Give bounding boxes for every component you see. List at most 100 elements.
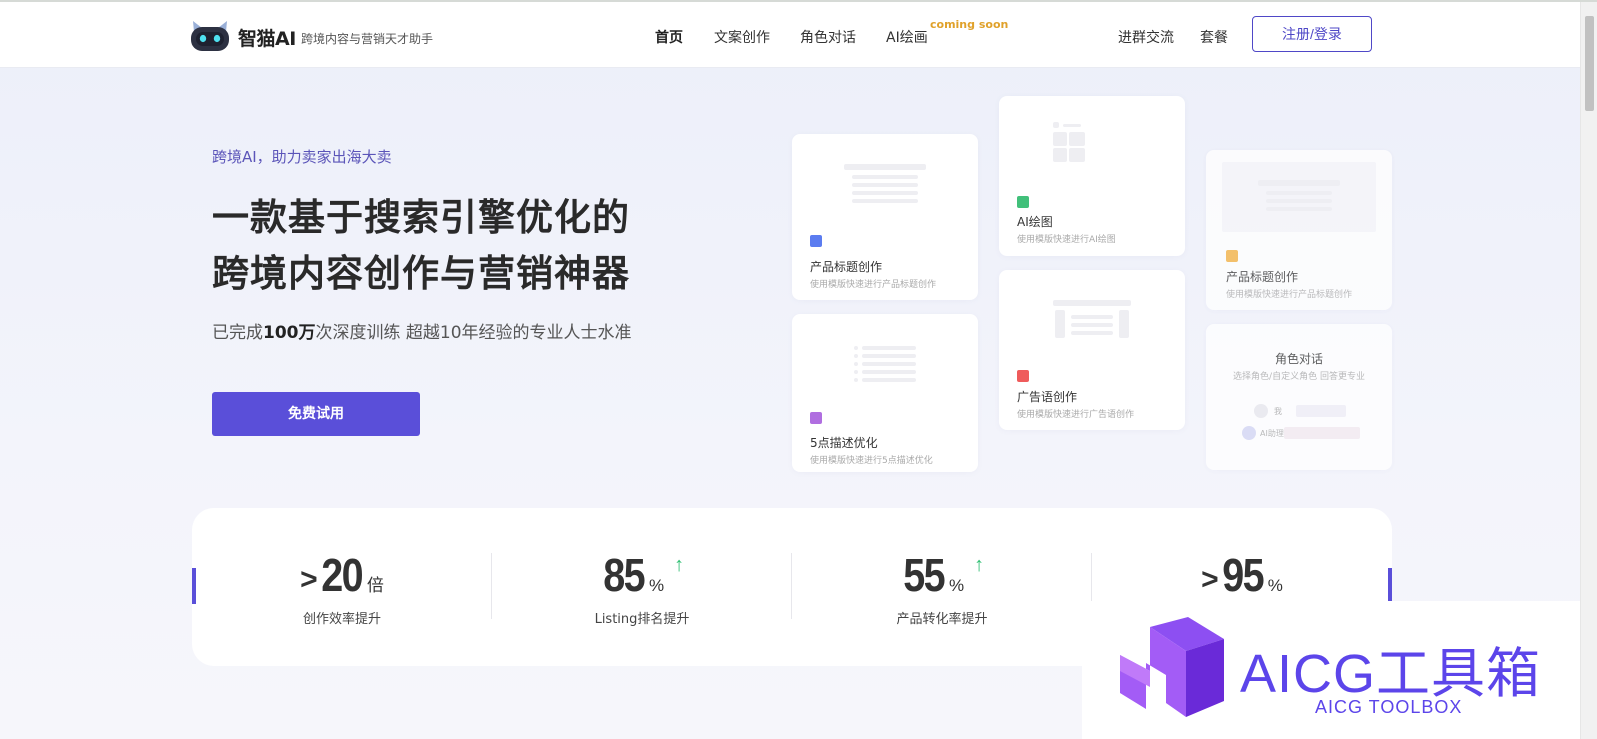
placeholder-line — [1266, 191, 1332, 195]
stat-unit: % — [649, 576, 665, 595]
card-title: 产品标题创作 — [1226, 270, 1299, 284]
card-description: 使用模版快速进行广告语创作 — [1017, 410, 1135, 420]
stat-prefix: > — [300, 563, 318, 596]
feature-card-product-title[interactable]: 产品标题创作 使用模版快速进行产品标题创作 — [792, 134, 978, 300]
placeholder-line — [1071, 323, 1113, 327]
placeholder-line — [1258, 180, 1340, 186]
placeholder-block — [1119, 310, 1129, 338]
nav-pricing[interactable]: 套餐 — [1200, 27, 1228, 47]
nav-join-group[interactable]: 进群交流 — [1118, 27, 1174, 47]
placeholder-line — [844, 164, 926, 170]
placeholder-line — [852, 175, 918, 179]
placeholder-dot — [854, 378, 858, 382]
card-description: 使用模版快速进行产品标题创作 — [1226, 290, 1353, 300]
card-title: 广告语创作 — [1017, 390, 1078, 404]
card-description: 使用模版快速进行产品标题创作 — [810, 280, 937, 290]
stat-listing-rank: 85 % ↑ Listing排名提升 — [492, 548, 792, 627]
chat-bubble-placeholder — [1284, 427, 1360, 439]
stat-conversion: 55 % ↑ 产品转化率提升 — [792, 548, 1092, 627]
placeholder-line — [1266, 207, 1332, 211]
stat-satisfaction: >95% — [1092, 548, 1392, 608]
nav-ai-drawing[interactable]: AI绘画 — [886, 27, 928, 47]
stat-unit: 倍 — [366, 576, 384, 595]
placeholder-line — [852, 183, 918, 187]
placeholder-tile — [1069, 148, 1085, 162]
template-icon — [810, 235, 822, 247]
stat-value: 55 % ↑ — [792, 548, 1092, 602]
placeholder-dot — [854, 362, 858, 366]
cat-logo-icon[interactable] — [190, 18, 230, 52]
placeholder-tile — [1053, 148, 1067, 162]
card-description: 选择角色/自定义角色 回答更专业 — [1233, 372, 1365, 382]
stat-value: >95% — [1092, 548, 1392, 602]
stat-number: 20 — [320, 549, 363, 601]
card-title: AI绘图 — [1017, 215, 1053, 229]
template-icon — [1017, 370, 1029, 382]
nav-role-chat[interactable]: 角色对话 — [800, 27, 856, 47]
placeholder-tile — [1069, 132, 1085, 146]
stat-prefix: > — [1201, 563, 1219, 596]
placeholder-dot — [854, 346, 858, 350]
aicg-cube-logo-icon — [1120, 617, 1224, 717]
hero-sub-suffix: 次深度训练 超越10年经验的专业人士水准 — [315, 323, 632, 343]
placeholder-line — [852, 191, 918, 195]
nav-home[interactable]: 首页 — [655, 27, 683, 47]
template-icon — [810, 412, 822, 424]
placeholder-line — [852, 199, 918, 203]
feature-card-ai-drawing[interactable]: AI绘图 使用模版快速进行AI绘图 — [999, 96, 1185, 256]
page-scrollbar[interactable] — [1580, 2, 1597, 739]
stat-unit: % — [949, 576, 965, 595]
feature-card-ad-copy[interactable]: 广告语创作 使用模版快速进行广告语创作 — [999, 270, 1185, 430]
placeholder-line — [862, 378, 916, 382]
placeholder-line — [1071, 315, 1113, 319]
ai-avatar-icon — [1242, 426, 1256, 440]
coming-soon-badge: coming soon — [930, 18, 1009, 31]
placeholder-dot — [1053, 122, 1059, 128]
watermark-subtitle: AICG TOOLBOX — [1315, 697, 1463, 717]
stat-label: 创作效率提升 — [302, 612, 381, 627]
hero-subtitle: 已完成100万次深度训练 超越10年经验的专业人士水准 — [212, 318, 632, 343]
template-icon — [1017, 196, 1029, 208]
feature-card-role-chat[interactable]: 角色对话 选择角色/自定义角色 回答更专业 我 AI助理 — [1206, 324, 1392, 470]
chat-bubble-placeholder — [1296, 405, 1346, 417]
hero-sub-prefix: 已完成 — [212, 323, 263, 343]
card-title: 角色对话 — [1274, 352, 1323, 366]
top-navbar: 智猫AI 跨境内容与营销天才助手 首页 文案创作 角色对话 AI绘画 comin… — [0, 2, 1580, 68]
nav-copywriting[interactable]: 文案创作 — [714, 27, 770, 47]
stat-efficiency: >20 倍 创作效率提升 — [192, 548, 492, 627]
brand-slogan: 跨境内容与营销天才助手 — [301, 32, 434, 46]
brand-name[interactable]: 智猫AI — [238, 24, 296, 51]
aicg-watermark: AICG工具箱 AICG TOOLBOX — [1082, 601, 1580, 739]
placeholder-panel — [1222, 162, 1376, 232]
hero-sub-highlight: 100万 — [263, 323, 316, 343]
hero-title-line-2: 跨境内容创作与营销神器 — [212, 252, 630, 295]
placeholder-line — [1053, 300, 1131, 306]
register-login-button[interactable]: 注册/登录 — [1252, 16, 1372, 52]
card-description: 使用模版快速进行AI绘图 — [1017, 235, 1116, 245]
free-trial-button[interactable]: 免费试用 — [212, 392, 420, 436]
up-arrow-icon: ↑ — [674, 554, 685, 576]
up-arrow-icon: ↑ — [974, 554, 985, 576]
stat-label: 产品转化率提升 — [896, 612, 988, 627]
card-description: 使用模版快速进行5点描述优化 — [810, 456, 933, 466]
placeholder-dot — [854, 354, 858, 358]
placeholder-line — [862, 346, 916, 350]
hero-title: 一款基于搜索引擎优化的 跨境内容创作与营销神器 — [212, 190, 630, 302]
hero-title-line-1: 一款基于搜索引擎优化的 — [212, 196, 630, 239]
stat-number: 55 — [903, 549, 945, 601]
feature-card-product-title-alt[interactable]: 产品标题创作 使用模版快速进行产品标题创作 — [1206, 150, 1392, 310]
template-icon — [1226, 250, 1238, 262]
stat-value: >20 倍 — [192, 548, 492, 602]
placeholder-line — [1266, 199, 1332, 203]
placeholder-line — [862, 362, 916, 366]
placeholder-line — [862, 354, 916, 358]
feature-card-bullet-points[interactable]: 5点描述优化 使用模版快速进行5点描述优化 — [792, 314, 978, 472]
placeholder-line — [1071, 331, 1113, 335]
placeholder-line — [1063, 124, 1081, 127]
scrollbar-thumb[interactable] — [1585, 16, 1594, 111]
stat-label: Listing排名提升 — [594, 612, 690, 627]
hero-kicker: 跨境AI，助力卖家出海大卖 — [212, 148, 392, 166]
stat-value: 85 % ↑ — [492, 548, 792, 602]
ai-assistant-label: AI助理 — [1260, 429, 1284, 438]
stat-number: 95 — [1221, 549, 1264, 601]
